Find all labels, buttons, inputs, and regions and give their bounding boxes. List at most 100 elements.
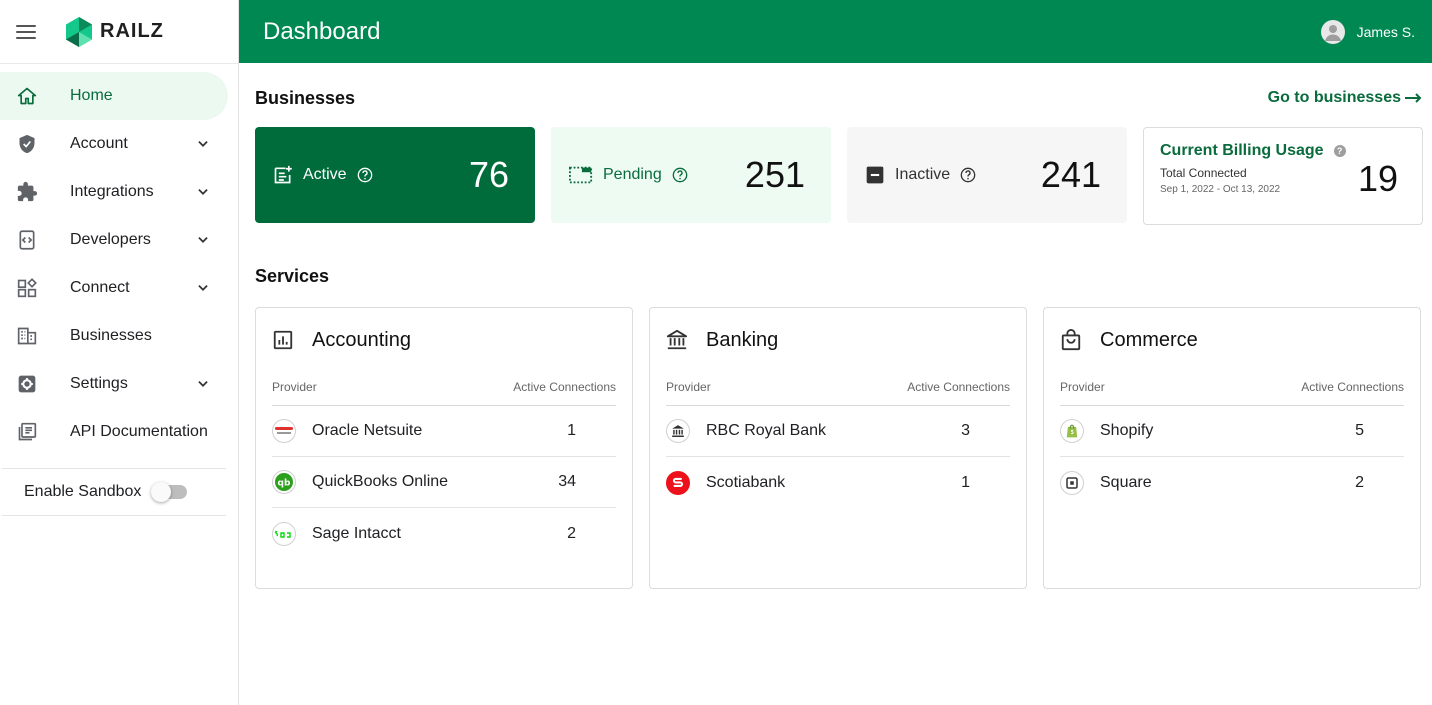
minus-box-icon: [866, 166, 884, 184]
go-to-businesses-link[interactable]: Go to businesses: [1268, 89, 1423, 107]
connection-count: 1: [961, 473, 970, 491]
provider-col-header: Provider: [1060, 380, 1105, 394]
quickbooks-logo: qb: [272, 470, 296, 494]
chevron-down-icon[interactable]: [196, 281, 210, 295]
connection-count: 5: [1355, 422, 1364, 439]
table-header: Provider Active Connections: [1060, 380, 1404, 406]
shopping-bag-icon: [1061, 329, 1081, 351]
square-logo: [1060, 470, 1084, 495]
table-row[interactable]: Square 2: [1060, 457, 1404, 508]
brand-name: RAILZ: [100, 20, 164, 42]
shopify-logo: [1060, 419, 1084, 443]
service-name: Accounting: [312, 328, 411, 351]
user-menu[interactable]: James S.: [1320, 19, 1415, 44]
shield-icon: [16, 133, 38, 155]
stat-value: 76: [468, 154, 509, 195]
service-header: Banking: [666, 328, 1010, 352]
service-name: Banking: [706, 328, 779, 351]
oracle-netsuite-logo: [272, 419, 296, 443]
stat-label: Active: [303, 166, 347, 183]
sidebar-item-developers[interactable]: Developers: [0, 216, 228, 264]
connections-col-header: Active Connections: [907, 380, 1010, 394]
sidebar-item-account[interactable]: Account: [0, 120, 228, 168]
bank-logo: [666, 419, 690, 443]
connection-count: 2: [1355, 473, 1364, 491]
chevron-down-icon[interactable]: [196, 233, 210, 247]
active-stat-card[interactable]: Active 76: [255, 127, 535, 223]
gear-icon: [16, 373, 38, 395]
chevron-down-icon[interactable]: [196, 377, 210, 391]
banking-card: Banking Provider Active Connections RBC …: [649, 307, 1027, 589]
dashboard-content: Businesses Go to businesses Active 76 Pe…: [239, 63, 1432, 589]
table-row[interactable]: RBC Royal Bank 3: [666, 406, 1010, 457]
table-row[interactable]: Sage Intacct 2: [272, 508, 616, 559]
page-title: Dashboard: [263, 17, 381, 45]
inactive-stat-card[interactable]: Inactive 241: [847, 127, 1127, 223]
svg-text:qb: qb: [278, 479, 291, 489]
provider-col-header: Provider: [666, 380, 711, 394]
sidebar-item-home[interactable]: Home: [0, 72, 228, 120]
sidebar-nav: Home Account Integrations Developers Con…: [0, 64, 238, 456]
table-header: Provider Active Connections: [272, 380, 616, 406]
provider-name: Scotiabank: [706, 473, 786, 491]
table-row[interactable]: Shopify 5: [1060, 406, 1404, 457]
provider-name: QuickBooks Online: [312, 473, 449, 490]
table-row[interactable]: qb QuickBooks Online 34: [272, 457, 616, 508]
sage-logo: [272, 521, 296, 546]
pending-icon: [569, 166, 593, 184]
stat-value: 241: [1040, 154, 1101, 195]
connections-col-header: Active Connections: [513, 380, 616, 394]
provider-name: RBC Royal Bank: [706, 422, 827, 439]
docs-icon: [16, 421, 38, 443]
arrow-right-icon: [1405, 93, 1422, 103]
building-icon: [16, 325, 38, 347]
chevron-down-icon[interactable]: [196, 185, 210, 199]
service-header: Accounting: [272, 328, 616, 352]
help-icon[interactable]: [357, 167, 373, 183]
sidebar-item-label: Home: [70, 87, 113, 104]
table-header: Provider Active Connections: [666, 380, 1010, 406]
accounting-card: Accounting Provider Active Connections O…: [255, 307, 633, 589]
stat-value: 251: [744, 154, 805, 195]
code-icon: [16, 229, 38, 251]
sidebar-item-label: API Documentation: [70, 423, 208, 440]
table-row[interactable]: Oracle Netsuite 1: [272, 406, 616, 457]
puzzle-icon: [16, 181, 38, 203]
add-note-icon: [274, 165, 292, 184]
services-header: Services: [255, 265, 1423, 287]
brand-bar: RAILZ: [0, 0, 238, 64]
sidebar-item-label: Integrations: [70, 183, 154, 200]
help-icon[interactable]: [960, 167, 976, 183]
connection-count: 34: [558, 473, 576, 490]
sidebar-item-integrations[interactable]: Integrations: [0, 168, 228, 216]
provider-name: Sage Intacct: [312, 524, 401, 542]
chevron-down-icon[interactable]: [196, 137, 210, 151]
sidebar-item-businesses[interactable]: Businesses: [0, 312, 228, 360]
stat-label: Inactive: [895, 166, 951, 183]
provider-col-header: Provider: [272, 380, 317, 394]
sidebar-item-label: Businesses: [70, 327, 152, 344]
sidebar: RAILZ Home Account Integrations Develope…: [0, 0, 239, 705]
connections-col-header: Active Connections: [1301, 380, 1404, 394]
top-bar: Dashboard James S.: [239, 0, 1432, 63]
bank-icon: [666, 329, 688, 350]
sandbox-toggle[interactable]: [151, 482, 188, 502]
home-icon: [16, 85, 38, 107]
railz-logo[interactable]: RAILZ: [66, 16, 164, 47]
railz-logo-icon: [66, 16, 92, 47]
menu-icon[interactable]: [16, 24, 36, 39]
help-icon[interactable]: [672, 167, 688, 183]
table-row[interactable]: Scotiabank 1: [666, 457, 1010, 508]
sidebar-item-settings[interactable]: Settings: [0, 360, 228, 408]
stat-label: Pending: [603, 166, 662, 183]
sidebar-item-connect[interactable]: Connect: [0, 264, 228, 312]
sidebar-item-label: Developers: [70, 231, 151, 248]
pending-stat-card[interactable]: Pending 251: [551, 127, 831, 223]
connection-count: 2: [567, 524, 576, 542]
app-root: RAILZ Home Account Integrations Develope…: [0, 0, 1432, 705]
user-name: James S.: [1356, 23, 1415, 40]
sidebar-item-api-documentation[interactable]: API Documentation: [0, 408, 228, 456]
help-icon[interactable]: ?: [1333, 145, 1346, 157]
business-stats: Active 76 Pending 251 Inactive 241 Curre…: [255, 127, 1423, 225]
avatar-icon: [1320, 19, 1345, 44]
